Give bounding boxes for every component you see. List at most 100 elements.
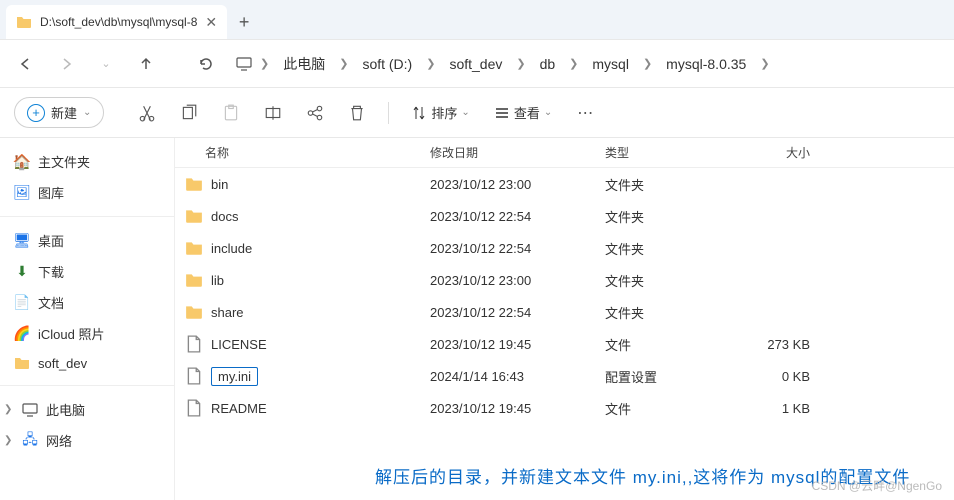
sidebar-item-网络[interactable]: ❯🖧网络 — [0, 425, 174, 456]
sidebar-item-文档[interactable]: 📄 文档 — [0, 287, 174, 318]
file-icon — [185, 399, 203, 417]
rename-icon — [264, 104, 282, 122]
delete-button[interactable] — [340, 96, 374, 130]
file-date: 2023/10/12 19:45 — [430, 337, 605, 352]
file-date: 2023/10/12 23:00 — [430, 273, 605, 288]
file-row[interactable]: include2023/10/12 22:54文件夹 — [175, 232, 954, 264]
tab-bar: D:\soft_dev\db\mysql\mysql-8 ✕ + — [0, 0, 954, 40]
breadcrumb[interactable]: ❯ 此电脑 ❯ soft (D:) ❯ soft_dev ❯ db ❯ mysql ❯ m… — [228, 50, 946, 78]
crumb-3[interactable]: db — [534, 52, 562, 76]
file-list: bin2023/10/12 23:00文件夹 docs 2023/10/12 22:… — [175, 168, 954, 500]
new-label: 新建 — [51, 103, 77, 122]
sort-label: 排序 — [431, 103, 457, 122]
col-type[interactable]: 类型 — [605, 144, 730, 161]
sidebar-item-主文件夹[interactable]: 🏠 主文件夹 — [0, 146, 174, 177]
col-name[interactable]: 名称 — [175, 144, 430, 161]
paste-button[interactable] — [214, 96, 248, 130]
desktop-icon: 🖥 — [14, 233, 30, 249]
file-date: 2023/10/12 22:54 — [430, 209, 605, 224]
more-button[interactable]: ⋯ — [568, 96, 602, 130]
cut-button[interactable] — [130, 96, 164, 130]
file-name: include — [211, 241, 252, 256]
file-name: my.ini — [211, 367, 258, 386]
forward-button[interactable] — [48, 46, 84, 82]
sidebar-item-label: 下载 — [38, 262, 64, 281]
back-button[interactable] — [8, 46, 44, 82]
download-icon: ⬇ — [14, 264, 30, 280]
chevron-right-icon[interactable]: ❯ — [567, 57, 580, 70]
crumb-0[interactable]: 此电脑 — [277, 50, 331, 78]
icloud-icon: 🌈 — [14, 326, 30, 342]
folder-icon — [16, 14, 32, 30]
gallery-icon: 🖼 — [14, 185, 30, 201]
close-tab-icon[interactable]: ✕ — [205, 14, 217, 31]
sort-button[interactable]: 排序 ⌄ — [403, 99, 477, 126]
chevron-right-icon[interactable]: ❯ — [258, 57, 271, 70]
sidebar-item-label: 主文件夹 — [38, 152, 90, 171]
file-icon — [185, 335, 203, 353]
crumb-2[interactable]: soft_dev — [443, 52, 508, 76]
file-name: README — [211, 401, 267, 416]
copy-button[interactable] — [172, 96, 206, 130]
caret-icon: ❯ — [4, 404, 14, 415]
file-name: docs — [211, 209, 238, 224]
file-type: 文件夹 — [605, 239, 730, 258]
sidebar-item-此电脑[interactable]: ❯ 此电脑 — [0, 394, 174, 425]
folder-icon — [185, 207, 203, 225]
folder-icon — [185, 303, 203, 321]
file-row[interactable]: bin2023/10/12 23:00文件夹 — [175, 168, 954, 200]
file-row[interactable]: LICENSE2023/10/12 19:45文件273 KB — [175, 328, 954, 360]
file-row[interactable]: my.ini2024/1/14 16:43配置设置0 KB — [175, 360, 954, 392]
sidebar-item-label: iCloud 照片 — [38, 324, 104, 343]
rename-button[interactable] — [256, 96, 290, 130]
file-row[interactable]: docs2023/10/12 22:54文件夹 — [175, 200, 954, 232]
file-type: 文件 — [605, 399, 730, 418]
file-row[interactable]: share2023/10/12 22:54文件夹 — [175, 296, 954, 328]
crumb-5[interactable]: mysql-8.0.35 — [660, 52, 752, 76]
file-size: 0 KB — [730, 369, 830, 384]
recent-button[interactable]: ⌄ — [88, 46, 124, 82]
new-button[interactable]: + 新建 ⌄ — [14, 97, 104, 128]
sidebar-item-图库[interactable]: 🖼图库 — [0, 177, 174, 208]
refresh-button[interactable] — [188, 46, 224, 82]
chevron-down-icon: ⌄ — [83, 107, 91, 118]
sidebar-item-label: 此电脑 — [46, 400, 85, 419]
sidebar-item-soft_dev[interactable]: soft_dev — [0, 349, 174, 377]
file-pane: 名称 修改日期 类型 大小 bin2023/10/12 23:00文件夹 docs… — [175, 138, 954, 500]
toolbar: + 新建 ⌄ 排序 ⌄ 查看 ⌄ ⋯ — [0, 88, 954, 138]
sidebar-item-iCloud 照片[interactable]: 🌈 iCloud 照片 — [0, 318, 174, 349]
sidebar-item-桌面[interactable]: 🖥桌面 — [0, 225, 174, 256]
sidebar-item-label: 文档 — [38, 293, 64, 312]
file-date: 2023/10/12 23:00 — [430, 177, 605, 192]
up-button[interactable] — [128, 46, 164, 82]
file-row[interactable]: lib2023/10/12 23:00文件夹 — [175, 264, 954, 296]
copy-icon — [180, 104, 198, 122]
file-row[interactable]: README 2023/10/12 19:45文件1 KB — [175, 392, 954, 424]
view-button[interactable]: 查看 ⌄ — [486, 99, 560, 126]
home-icon: 🏠 — [14, 154, 30, 170]
trash-icon — [348, 104, 366, 122]
tab-title: D:\soft_dev\db\mysql\mysql-8 — [40, 15, 197, 29]
sidebar-item-下载[interactable]: ⬇ 下载 — [0, 256, 174, 287]
share-button[interactable] — [298, 96, 332, 130]
crumb-4[interactable]: mysql — [586, 52, 635, 76]
document-icon: 📄 — [14, 295, 30, 311]
file-date: 2023/10/12 19:45 — [430, 401, 605, 416]
new-tab-button[interactable]: + — [227, 5, 261, 39]
col-size[interactable]: 大小 — [730, 144, 830, 161]
col-date[interactable]: 修改日期 — [430, 144, 605, 161]
chevron-right-icon[interactable]: ❯ — [641, 57, 654, 70]
folder-icon — [185, 239, 203, 257]
chevron-right-icon[interactable]: ❯ — [514, 57, 527, 70]
crumb-1[interactable]: soft (D:) — [356, 52, 418, 76]
chevron-right-icon[interactable]: ❯ — [337, 57, 350, 70]
sidebar-item-label: soft_dev — [38, 356, 87, 371]
chevron-right-icon[interactable]: ❯ — [424, 57, 437, 70]
window-tab[interactable]: D:\soft_dev\db\mysql\mysql-8 ✕ — [6, 5, 227, 39]
file-size: 1 KB — [730, 401, 830, 416]
file-type: 配置设置 — [605, 367, 730, 386]
file-type: 文件夹 — [605, 303, 730, 322]
column-headers[interactable]: 名称 修改日期 类型 大小 — [175, 138, 954, 168]
chevron-right-icon[interactable]: ❯ — [758, 57, 771, 70]
caret-icon: ❯ — [4, 435, 14, 446]
